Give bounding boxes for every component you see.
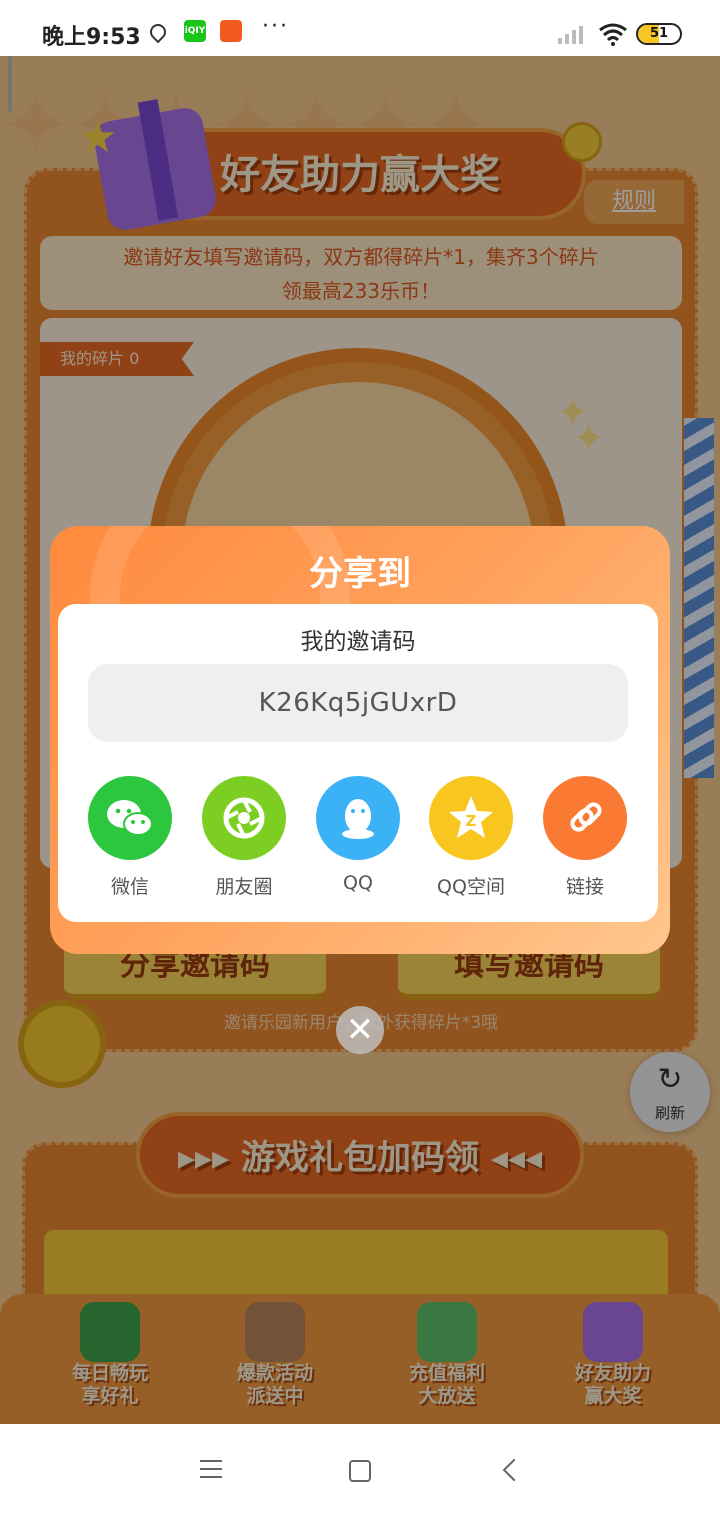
invite-code-field[interactable]: K26Kq5jGUxrD [88, 664, 628, 742]
more-dots-icon: ··· [262, 14, 289, 39]
menu-icon[interactable] [200, 1460, 222, 1478]
share-qq-button[interactable]: QQ [303, 776, 413, 894]
share-label: 朋友圈 [215, 876, 273, 898]
share-label: 链接 [565, 876, 604, 898]
share-card: 我的邀请码 K26Kq5jGUxrD 微信 朋友圈 QQ Z QQ空间 链接 [58, 604, 658, 922]
share-label: QQ [343, 872, 373, 894]
svg-text:Z: Z [466, 812, 477, 830]
iqiyi-app-icon: iQIY [184, 20, 206, 42]
wifi-icon [599, 23, 627, 46]
share-modal: 分享到 我的邀请码 K26Kq5jGUxrD 微信 朋友圈 QQ Z QQ空间 … [50, 526, 670, 954]
share-label: QQ空间 [437, 876, 505, 898]
qzone-icon: Z [429, 776, 513, 860]
invite-code-label: 我的邀请码 [300, 629, 416, 655]
qq-icon [316, 776, 400, 860]
share-link-button[interactable]: 链接 [530, 776, 640, 899]
status-bar: 晚上9:53 iQIY ··· 51 [0, 0, 720, 56]
share-wechat-button[interactable]: 微信 [75, 776, 185, 899]
battery-percent: 51 [649, 26, 669, 41]
modal-title: 分享到 [309, 554, 411, 594]
app-notification-icon [220, 20, 242, 42]
share-moments-button[interactable]: 朋友圈 [189, 776, 299, 899]
link-icon [543, 776, 627, 860]
home-icon[interactable] [349, 1460, 371, 1482]
wechat-icon [88, 776, 172, 860]
system-nav-bar [0, 1424, 720, 1520]
battery-icon: 51 [636, 23, 682, 45]
back-icon[interactable] [502, 1458, 526, 1482]
location-icon [146, 20, 170, 44]
share-qzone-button[interactable]: Z QQ空间 [416, 776, 526, 899]
close-modal-button[interactable]: ✕ [336, 1006, 384, 1054]
share-label: 微信 [110, 876, 149, 898]
signal-icon [558, 26, 583, 44]
moments-icon [202, 776, 286, 860]
clock: 晚上9:53 [42, 25, 141, 50]
